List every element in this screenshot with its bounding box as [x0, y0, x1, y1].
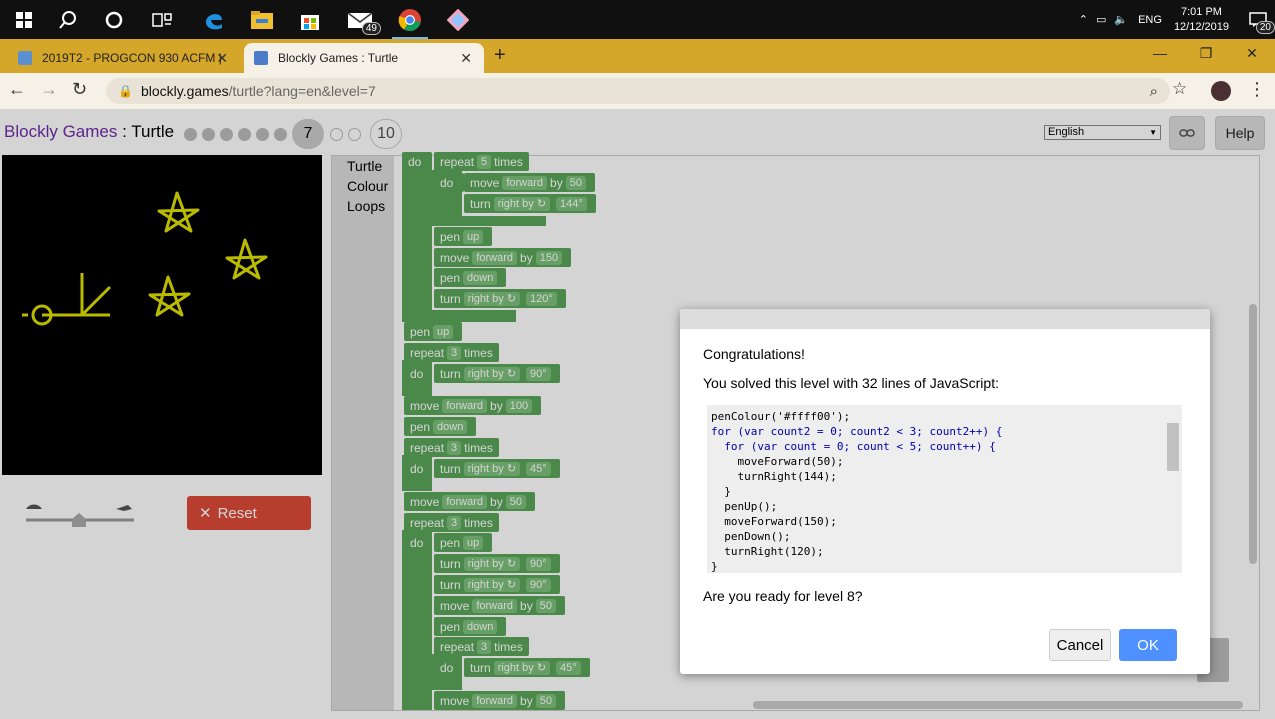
- volume-icon[interactable]: 🔈: [1114, 13, 1128, 26]
- code-line: for (var count2 = 0; count2 < 3; count2+…: [711, 425, 1003, 438]
- cancel-button[interactable]: Cancel: [1049, 629, 1111, 661]
- code-line: moveForward(50);: [711, 455, 844, 468]
- tab-label: 2019T2 - PROGCON 930 ACFM |: [42, 51, 222, 65]
- edge-icon[interactable]: [190, 0, 238, 39]
- notification-badge: 20: [1255, 21, 1275, 34]
- code-line: penDown();: [711, 530, 791, 543]
- bookmark-star-icon[interactable]: ☆: [1172, 79, 1187, 99]
- lock-icon: 🔒: [118, 84, 133, 98]
- task-view-icon[interactable]: [138, 0, 186, 39]
- notification-icon[interactable]: 20: [1241, 0, 1275, 39]
- menu-kebab-icon[interactable]: ⋮: [1248, 79, 1266, 100]
- app-stack-icon[interactable]: [434, 0, 482, 39]
- code-line: turnRight(120);: [711, 545, 824, 558]
- code-scrollbar[interactable]: [1167, 423, 1179, 471]
- chrome-icon[interactable]: [386, 0, 434, 39]
- tab-blockly[interactable]: Blockly Games : Turtle ✕: [244, 43, 484, 73]
- mail-badge: 49: [361, 22, 381, 35]
- store-icon[interactable]: [286, 0, 334, 39]
- input-language[interactable]: ENG: [1138, 14, 1162, 26]
- code-line: penColour('#ffff00');: [711, 410, 851, 423]
- reload-icon[interactable]: ↻: [72, 79, 87, 100]
- url-host: blockly.games: [140, 83, 229, 99]
- close-window-icon[interactable]: ✕: [1229, 39, 1275, 67]
- clock-time: 7:01 PM: [1180, 5, 1222, 18]
- chevron-up-icon[interactable]: ⌃: [1079, 13, 1088, 26]
- clock[interactable]: 7:01 PM 12/12/2019: [1174, 5, 1229, 35]
- ok-button[interactable]: OK: [1119, 629, 1177, 661]
- tab-strip: 2019T2 - PROGCON 930 ACFM | ✕ Blockly Ga…: [0, 39, 1275, 73]
- dialog-heading: Congratulations!: [703, 346, 805, 362]
- close-tab-icon[interactable]: ✕: [460, 50, 472, 67]
- profile-avatar[interactable]: [1211, 81, 1231, 101]
- code-line: for (var count = 0; count < 5; count++) …: [711, 440, 996, 453]
- taskbar: 49 ⌃ ▭ 🔈 ENG 7:01 PM 12/12/2019 20: [0, 0, 1275, 39]
- blockly-favicon-icon: [254, 51, 268, 65]
- address-bar: ← → ↻ 🔒 blockly.games /turtle?lang=en&le…: [0, 73, 1275, 109]
- close-tab-icon[interactable]: ✕: [216, 50, 228, 67]
- clock-date: 12/12/2019: [1173, 20, 1229, 33]
- code-line: }: [711, 560, 718, 573]
- forward-icon[interactable]: →: [40, 79, 58, 100]
- windows-start-icon[interactable]: [0, 0, 48, 39]
- dialog-question: Are you ready for level 8?: [703, 588, 863, 604]
- code-line: turnRight(144);: [711, 470, 837, 483]
- code-line: penUp();: [711, 500, 778, 513]
- new-tab-icon[interactable]: +: [494, 44, 506, 67]
- restore-icon[interactable]: ❐: [1183, 39, 1229, 67]
- back-icon[interactable]: ←: [8, 79, 26, 100]
- code-line: }: [711, 485, 731, 498]
- system-tray: ⌃ ▭ 🔈 ENG 7:01 PM 12/12/2019 20: [1079, 0, 1275, 39]
- cortana-icon[interactable]: [90, 0, 138, 39]
- dialog-message: You solved this level with 32 lines of J…: [703, 375, 999, 391]
- file-explorer-icon[interactable]: [238, 0, 286, 39]
- code-listing[interactable]: penColour('#ffff00'); for (var count2 = …: [707, 405, 1182, 573]
- tab-progcon[interactable]: 2019T2 - PROGCON 930 ACFM | ✕: [8, 43, 240, 73]
- zoom-icon[interactable]: ⌕: [1150, 83, 1158, 100]
- url-path: /turtle?lang=en&level=7: [228, 83, 376, 99]
- congratulations-dialog: Congratulations! You solved this level w…: [680, 309, 1210, 674]
- code-line: moveForward(150);: [711, 515, 837, 528]
- minimize-icon[interactable]: —: [1137, 39, 1183, 67]
- tab-label: Blockly Games : Turtle: [278, 51, 399, 65]
- network-icon[interactable]: ▭: [1096, 13, 1106, 26]
- search-icon[interactable]: [44, 0, 92, 39]
- dialog-titlebar: [680, 309, 1210, 329]
- tab-favicon-icon: [18, 51, 32, 65]
- mail-icon[interactable]: 49: [336, 0, 384, 39]
- url-field[interactable]: 🔒 blockly.games /turtle?lang=en&level=7 …: [106, 78, 1170, 104]
